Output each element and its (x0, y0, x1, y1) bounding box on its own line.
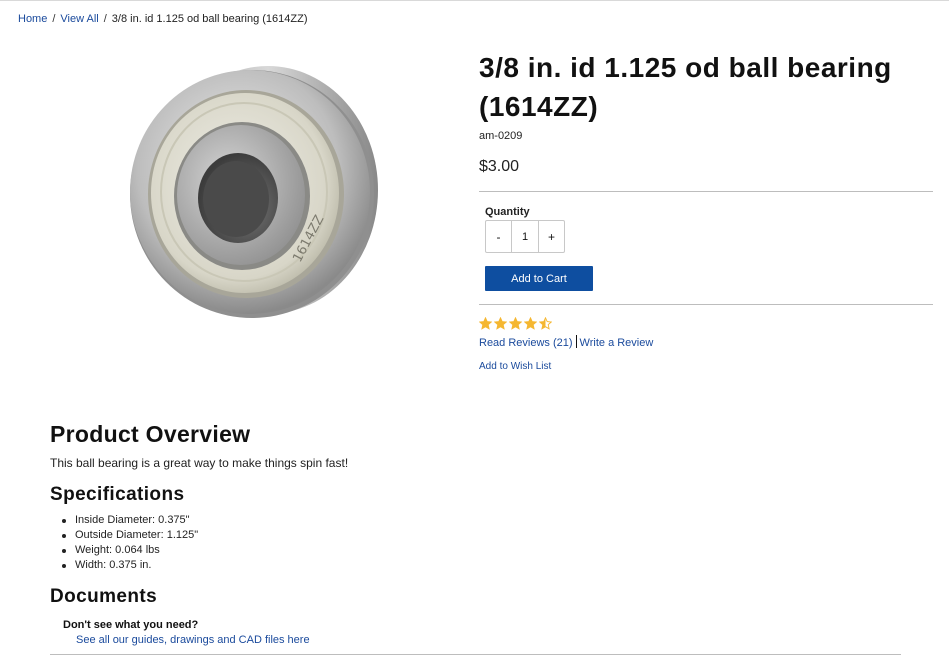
breadcrumb-view-all-link[interactable]: View All (60, 13, 98, 25)
quantity-input[interactable]: 1 (511, 221, 539, 252)
product-overview-text: This ball bearing is a great way to make… (50, 456, 349, 470)
reviews-links: Read Reviews (21) Write a Review (479, 335, 653, 349)
star-full-icon (524, 317, 537, 330)
star-half-icon (539, 317, 552, 330)
product-overview-heading: Product Overview (50, 421, 251, 447)
star-full-icon (479, 317, 492, 330)
breadcrumb-separator: / (103, 13, 107, 25)
decrement-button[interactable]: - (486, 221, 511, 252)
specifications-heading: Specifications (50, 484, 185, 505)
breadcrumb: Home / View All / 3/8 in. id 1.125 od ball b… (18, 13, 307, 25)
ball-bearing-image: 1614ZZ (130, 66, 378, 318)
divider (479, 304, 933, 305)
add-to-wish-list-link[interactable]: Add to Wish List (479, 361, 551, 372)
spec-item: Inside Diameter: 0.375" (60, 513, 198, 528)
product-title: 3/8 in. id 1.125 od ball bearing (1614ZZ… (479, 52, 892, 122)
product-sku: am-0209 (479, 130, 523, 142)
breadcrumb-home-link[interactable]: Home (18, 13, 47, 25)
write-review-link[interactable]: Write a Review (580, 337, 654, 349)
product-image[interactable]: 1614ZZ (122, 58, 386, 322)
quantity-stepper: - 1 + (485, 220, 565, 253)
increment-button[interactable]: + (539, 221, 564, 252)
documents-heading: Documents (50, 586, 158, 607)
product-price: $3.00 (479, 158, 520, 175)
breadcrumb-current: 3/8 in. id 1.125 od ball bearing (1614ZZ… (111, 13, 308, 25)
top-border (0, 0, 949, 1)
star-full-icon (494, 317, 507, 330)
add-to-cart-button[interactable]: Add to Cart (485, 266, 593, 291)
read-reviews-link[interactable]: Read Reviews (21) (479, 337, 573, 349)
rating-stars (479, 317, 552, 330)
breadcrumb-separator: / (52, 13, 56, 25)
documents-link[interactable]: See all our guides, drawings and CAD fil… (76, 634, 310, 646)
reviews-divider (575, 335, 577, 348)
spec-item: Weight: 0.064 lbs (60, 543, 198, 558)
star-full-icon (509, 317, 522, 330)
specifications-list: Inside Diameter: 0.375" Outside Diameter… (60, 513, 198, 573)
divider (479, 191, 933, 192)
documents-question: Don't see what you need? (63, 619, 199, 631)
quantity-label: Quantity (485, 206, 530, 218)
spec-item: Width: 0.375 in. (60, 558, 198, 573)
spec-item: Outside Diameter: 1.125" (60, 528, 198, 543)
